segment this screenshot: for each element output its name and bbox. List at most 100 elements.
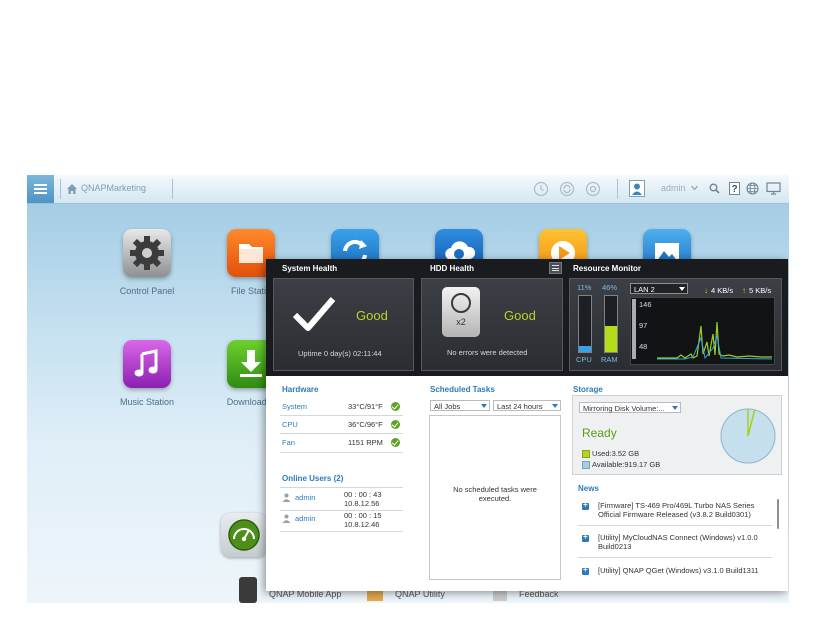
user-name[interactable]: admin	[295, 514, 315, 523]
cpu-bar	[578, 295, 592, 353]
scheduled-tasks-title: Scheduled Tasks	[430, 385, 495, 394]
system-health-panel[interactable]: Good Uptime 0 day(s) 02:11:44	[273, 278, 414, 371]
cpu-percent: 11%	[577, 283, 592, 292]
user-time: 00 : 00 : 15	[344, 511, 382, 520]
download-arrow-icon: ↓	[704, 286, 708, 295]
volume-select[interactable]: Mirroring Disk Volume:...	[579, 402, 681, 413]
user-icon	[282, 514, 291, 523]
dashboard-button[interactable]	[221, 513, 267, 557]
user-ip: 10.8.12.56	[344, 499, 380, 508]
jobs-filter-select[interactable]: All Jobs	[430, 400, 490, 411]
system-status: Good	[356, 308, 388, 323]
ram-percent: 46%	[602, 283, 618, 292]
hw-value: 1151 RPM	[348, 438, 383, 447]
tasks-empty-line: executed.	[478, 494, 512, 503]
user-time: 00 : 00 : 43	[344, 490, 382, 499]
news-title: News	[578, 484, 599, 493]
lan-select[interactable]: LAN 2	[630, 283, 688, 294]
download-rate: 4 KB/s	[711, 286, 734, 295]
user-name[interactable]: admin	[295, 493, 315, 502]
expand-news-icon[interactable]	[582, 500, 589, 510]
monitor-icon[interactable]	[766, 182, 781, 195]
music-icon	[134, 349, 158, 377]
hdd-health-title: HDD Health	[430, 264, 475, 273]
tasks-list: No scheduled tasks were executed.	[429, 415, 561, 580]
news-line[interactable]: [Utility] QNAP QGet (Windows) v3.1.0 Bui…	[598, 566, 759, 575]
storage-status: Ready	[582, 426, 617, 440]
disk-icon: x2	[442, 287, 480, 337]
menu-button[interactable]	[27, 175, 54, 203]
upload-rate: 5 KB/s	[749, 286, 772, 295]
ram-label: RAM	[601, 355, 618, 364]
app-label: Control Panel	[119, 286, 175, 296]
list-view-icon[interactable]	[549, 262, 562, 274]
host-name: QNAPMarketing	[81, 183, 147, 193]
network-chart: 146 97 48	[630, 297, 775, 365]
storage-panel: Mirroring Disk Volume:... Ready Used:3.5…	[572, 395, 782, 475]
hw-name[interactable]: CPU	[282, 420, 298, 429]
dashboard-top-section: System Health HDD Health Resource Monito…	[266, 259, 788, 376]
expand-news-icon[interactable]	[582, 565, 589, 575]
svg-text:?: ?	[731, 184, 737, 195]
hw-value: 36°C/96°F	[348, 420, 383, 429]
gear-icon	[130, 236, 164, 270]
uptime-text: Uptime 0 day(s) 02:11:44	[298, 349, 382, 358]
dashboard-panel: System Health HDD Health Resource Monito…	[266, 259, 788, 591]
storage-used: Used:3.52 GB	[592, 449, 640, 458]
system-health-title: System Health	[282, 264, 338, 273]
app-music-station[interactable]: Music Station	[97, 340, 197, 407]
hdd-status: Good	[504, 308, 536, 323]
gauge-icon	[228, 519, 260, 551]
news-line[interactable]: [Utility] MyCloudNAS Connect (Windows) v…	[598, 533, 758, 542]
storage-title: Storage	[573, 385, 603, 394]
ram-bar	[604, 295, 618, 353]
resource-monitor-title: Resource Monitor	[573, 264, 642, 273]
online-users-title: Online Users (2)	[282, 474, 344, 483]
expand-news-icon[interactable]	[582, 532, 589, 542]
tick-label: 97	[639, 321, 648, 330]
home-icon[interactable]	[65, 182, 79, 196]
top-bar: QNAPMarketing admin ?	[27, 175, 789, 204]
app-label: Music Station	[119, 397, 175, 407]
qts-desktop: QNAPMarketing admin ? Control Panel File…	[27, 175, 789, 603]
news-line[interactable]: Build0213	[598, 542, 631, 551]
app-control-panel[interactable]: Control Panel	[97, 229, 197, 296]
clock-icon[interactable]	[533, 181, 549, 197]
sync-icon[interactable]	[559, 181, 575, 197]
user-avatar-icon[interactable]	[629, 180, 645, 197]
circle-icon[interactable]	[585, 181, 601, 197]
user-icon	[282, 493, 291, 502]
hw-name[interactable]: Fan	[282, 438, 295, 447]
hdd-message: No errors were detected	[447, 348, 528, 357]
hardware-title: Hardware	[282, 385, 319, 394]
globe-icon[interactable]	[746, 182, 759, 195]
news-line[interactable]: Official Firmware Released (v3.8.2 Build…	[598, 510, 751, 519]
storage-pie-chart	[720, 408, 776, 464]
ok-check-icon	[391, 420, 400, 429]
search-icon[interactable]	[709, 183, 720, 194]
disk-count: x2	[456, 317, 466, 327]
hw-value: 33°C/91°F	[348, 402, 383, 411]
storage-available: Available:919.17 GB	[592, 460, 661, 469]
tick-label: 48	[639, 342, 648, 351]
resource-monitor-panel[interactable]: 11% 46% CPU RAM LAN 2 ↓ 4 KB/s ↑ 5 KB/s	[569, 278, 782, 371]
hw-name[interactable]: System	[282, 402, 307, 411]
chevron-down-icon[interactable]	[691, 185, 698, 191]
news-scrollbar[interactable]	[777, 499, 779, 529]
news-line[interactable]: [Firmware] TS-469 Pro/469L Turbo NAS Ser…	[598, 501, 754, 510]
cpu-label: CPU	[576, 355, 592, 364]
upload-arrow-icon: ↑	[742, 286, 746, 295]
mobile-app-icon[interactable]	[239, 577, 257, 603]
user-name[interactable]: admin	[661, 183, 686, 193]
available-legend-icon	[582, 461, 590, 469]
hdd-health-panel[interactable]: x2 Good No errors were detected	[421, 278, 563, 371]
help-icon[interactable]: ?	[729, 182, 740, 195]
tick-label: 146	[639, 300, 652, 309]
traffic-line	[657, 321, 773, 360]
tasks-empty-line: No scheduled tasks were	[453, 485, 537, 494]
checkmark-icon	[292, 297, 336, 331]
time-filter-select[interactable]: Last 24 hours	[493, 400, 561, 411]
used-legend-icon	[582, 450, 590, 458]
ok-check-icon	[391, 402, 400, 411]
ok-check-icon	[391, 438, 400, 447]
